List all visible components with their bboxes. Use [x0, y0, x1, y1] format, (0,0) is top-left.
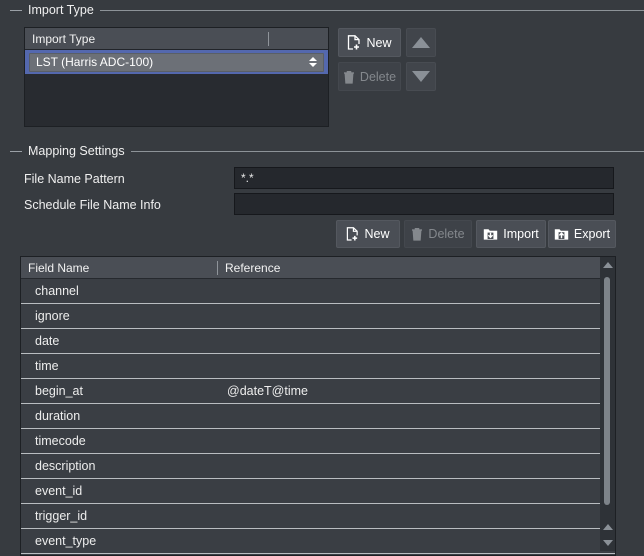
import-type-new-button-label: New	[366, 36, 391, 50]
cell-field-name: channel	[21, 279, 221, 303]
group-dash-left	[10, 10, 22, 11]
table-row[interactable]: event_id	[21, 479, 615, 504]
mapping-table[interactable]: Field Name Reference channelignoredateti…	[20, 256, 616, 556]
import-type-column-header: Import Type	[25, 28, 268, 49]
import-folder-icon	[483, 227, 498, 241]
import-type-group: Import Type	[0, 2, 644, 18]
mapping-settings-group-header: Mapping Settings	[0, 143, 644, 159]
scroll-up-arrow-icon-2	[603, 524, 613, 530]
cell-reference	[221, 329, 615, 353]
cell-field-name: duration	[21, 404, 221, 428]
table-row[interactable]: duration	[21, 404, 615, 429]
mapping-table-header-row: Field Name Reference	[21, 257, 615, 279]
group-rule	[100, 10, 644, 11]
table-row[interactable]: ignore	[21, 304, 615, 329]
scrollbar-page-up-button[interactable]	[600, 519, 615, 535]
table-row[interactable]: trigger_id	[21, 504, 615, 529]
mapping-new-button-label: New	[364, 227, 389, 241]
table-row[interactable]: event_type	[21, 529, 615, 554]
schedule-file-name-info-label: Schedule File Name Info	[24, 198, 161, 212]
cell-reference	[221, 279, 615, 303]
cell-reference	[221, 479, 615, 503]
table-row[interactable]: time	[21, 354, 615, 379]
column-header-field-name[interactable]: Field Name	[21, 257, 217, 278]
import-type-delete-button-label: Delete	[360, 70, 396, 84]
cell-field-name: event_type	[21, 529, 221, 553]
table-row[interactable]: begin_at@dateT@time	[21, 379, 615, 404]
import-type-new-button[interactable]: New	[338, 28, 401, 57]
import-type-list-header: Import Type	[25, 28, 328, 50]
triangle-down-icon	[412, 71, 430, 82]
import-type-combobox[interactable]: LST (Harris ADC-100)	[29, 53, 324, 72]
cell-reference	[221, 429, 615, 453]
import-type-combobox-value: LST (Harris ADC-100)	[36, 55, 153, 69]
cell-reference	[221, 304, 615, 328]
table-row[interactable]: date	[21, 329, 615, 354]
cell-reference	[221, 454, 615, 478]
cell-field-name: timecode	[21, 429, 221, 453]
mapping-export-button-label: Export	[574, 227, 610, 241]
export-folder-icon	[554, 227, 569, 241]
mapping-delete-button-label: Delete	[428, 227, 464, 241]
cell-field-name: date	[21, 329, 221, 353]
new-document-icon	[347, 35, 361, 50]
import-type-listbox[interactable]: Import Type LST (Harris ADC-100)	[24, 27, 329, 127]
scroll-down-arrow-icon	[603, 540, 613, 546]
triangle-up-icon	[412, 37, 430, 48]
import-type-row-selected[interactable]: LST (Harris ADC-100)	[25, 50, 328, 74]
cell-reference	[221, 354, 615, 378]
mapping-import-button-label: Import	[503, 227, 538, 241]
cell-field-name: ignore	[21, 304, 221, 328]
mapping-delete-button[interactable]: Delete	[404, 220, 472, 248]
table-row[interactable]: channel	[21, 279, 615, 304]
table-row[interactable]: description	[21, 454, 615, 479]
mapping-import-button[interactable]: Import	[476, 220, 546, 248]
scrollbar-thumb[interactable]	[604, 277, 610, 505]
mapping-settings-group-title: Mapping Settings	[22, 144, 131, 158]
cell-field-name: description	[21, 454, 221, 478]
mapping-table-body: channelignoredatetimebegin_at@dateT@time…	[21, 279, 615, 554]
mapping-settings-group: Mapping Settings	[0, 143, 644, 159]
import-type-group-header: Import Type	[0, 2, 644, 18]
scroll-up-arrow-icon	[603, 262, 613, 268]
import-type-delete-button[interactable]: Delete	[338, 62, 401, 91]
file-name-pattern-label: File Name Pattern	[24, 172, 125, 186]
cell-reference	[221, 529, 615, 553]
scrollbar-up-button[interactable]	[600, 257, 615, 273]
new-document-icon	[346, 227, 359, 241]
mapping-table-scrollbar[interactable]	[600, 257, 615, 551]
table-row[interactable]: timecode	[21, 429, 615, 454]
cell-field-name: time	[21, 354, 221, 378]
column-divider[interactable]	[268, 32, 269, 46]
combo-updown-arrows-icon[interactable]	[309, 57, 317, 67]
mapping-export-button[interactable]: Export	[548, 220, 616, 248]
cell-field-name: begin_at	[21, 379, 221, 403]
cell-field-name: trigger_id	[21, 504, 221, 528]
group-dash-left-2	[10, 151, 22, 152]
column-header-reference[interactable]: Reference	[218, 257, 615, 278]
import-type-move-up-button[interactable]	[406, 28, 436, 57]
cell-reference	[221, 404, 615, 428]
trash-icon	[343, 70, 355, 84]
schedule-file-name-info-input[interactable]	[234, 193, 614, 215]
import-type-move-down-button[interactable]	[406, 62, 436, 91]
import-type-group-title: Import Type	[22, 3, 100, 17]
group-rule-2	[131, 151, 644, 152]
cell-reference: @dateT@time	[221, 379, 615, 403]
cell-reference	[221, 504, 615, 528]
file-name-pattern-input[interactable]: *.*	[234, 167, 614, 189]
mapping-new-button[interactable]: New	[336, 220, 400, 248]
scrollbar-down-button[interactable]	[600, 535, 615, 551]
cell-field-name: event_id	[21, 479, 221, 503]
trash-icon	[411, 227, 423, 241]
